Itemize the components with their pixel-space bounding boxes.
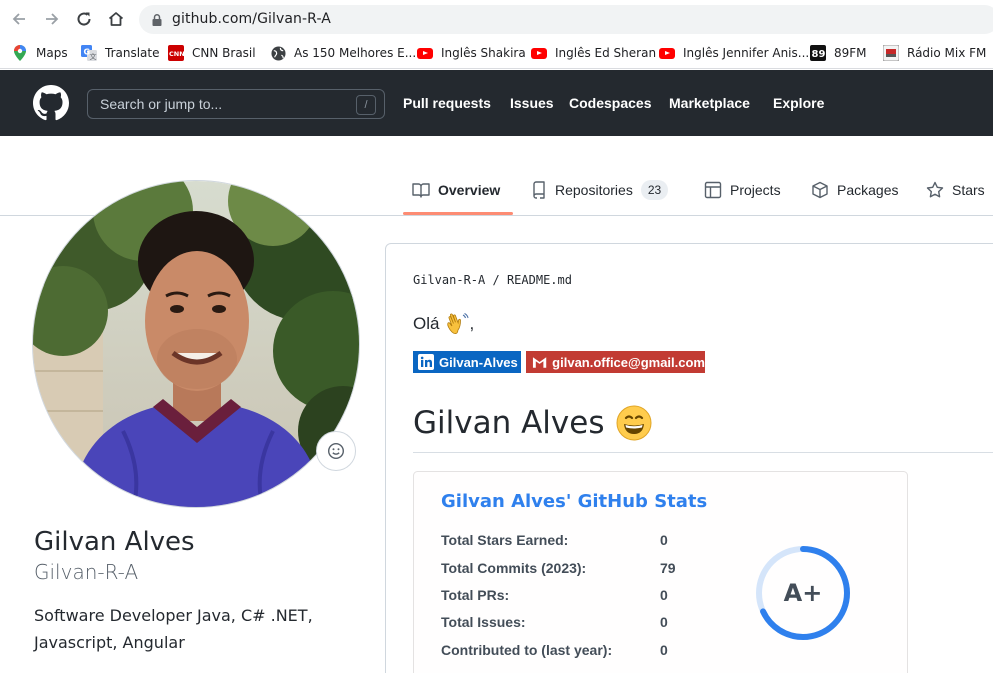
browser-toolbar: github.com/Gilvan-R-A <box>0 0 993 38</box>
linkedin-icon <box>418 354 434 370</box>
bookmark-ingles-ed-sheran[interactable]: Inglês Ed Sheran <box>531 43 656 63</box>
tab-packages[interactable]: Packages <box>811 180 898 200</box>
bookmark-150-melhores[interactable]: As 150 Melhores E... <box>270 43 416 63</box>
readme-path-file[interactable]: README.md <box>507 273 572 287</box>
svg-text:文: 文 <box>90 52 97 61</box>
tab-stars[interactable]: Stars <box>926 180 985 200</box>
search-input[interactable]: Search or jump to... / <box>87 89 385 119</box>
stat-value-prs: 0 <box>660 587 668 603</box>
home-button[interactable] <box>105 8 127 30</box>
repo-icon <box>533 181 545 199</box>
bookmark-ingles-shakira[interactable]: Inglês Shakira <box>417 43 526 63</box>
radio-mix-icon <box>883 45 899 61</box>
book-icon <box>412 183 430 198</box>
avatar[interactable] <box>32 180 360 508</box>
nav-codespaces[interactable]: Codespaces <box>569 95 651 111</box>
waving-hand-icon <box>447 313 469 335</box>
bookmark-radio-mix-fm[interactable]: Rádio Mix FM <box>883 43 986 63</box>
stat-label-stars: Total Stars Earned: <box>441 532 569 548</box>
profile-login: Gilvan-R-A <box>34 560 139 584</box>
smiley-icon <box>327 442 345 460</box>
search-placeholder: Search or jump to... <box>100 96 223 112</box>
readme-path: Gilvan-R-A / README.md <box>413 273 572 287</box>
nav-explore[interactable]: Explore <box>773 95 824 111</box>
reload-button[interactable] <box>73 8 95 30</box>
stat-label-commits: Total Commits (2023): <box>441 560 587 576</box>
stat-value-commits: 79 <box>660 560 676 576</box>
grinning-face-icon <box>616 405 652 441</box>
svg-text:89: 89 <box>812 49 826 60</box>
profile-bio: Software Developer Java, C# .NET, Javasc… <box>34 606 313 652</box>
bookmark-ingles-jennifer[interactable]: Inglês Jennifer Anis... <box>659 43 809 63</box>
nav-pull-requests[interactable]: Pull requests <box>403 95 491 111</box>
search-shortcut-key: / <box>356 95 376 115</box>
bookmark-maps[interactable]: Maps <box>12 43 68 63</box>
stat-label-contributed: Contributed to (last year): <box>441 642 613 658</box>
stat-value-stars: 0 <box>660 532 668 548</box>
arrow-right-icon <box>46 13 59 25</box>
nav-marketplace[interactable]: Marketplace <box>669 95 750 111</box>
address-bar[interactable]: github.com/Gilvan-R-A <box>139 5 993 34</box>
maps-pin-icon <box>12 45 28 61</box>
linkedin-badge[interactable]: Gilvan-Alves <box>413 351 521 373</box>
readme-greeting: Olá , <box>413 312 474 336</box>
gmail-icon <box>532 357 547 368</box>
cnn-icon: CNN <box>168 45 184 61</box>
avatar-photo <box>33 181 359 507</box>
arrow-left-icon <box>12 13 25 25</box>
repositories-count: 23 <box>640 180 669 200</box>
stat-label-prs: Total PRs: <box>441 587 510 603</box>
github-logo-icon[interactable] <box>33 85 69 121</box>
youtube-icon <box>417 45 433 61</box>
lock-icon <box>152 14 162 26</box>
back-button[interactable] <box>8 8 30 30</box>
table-icon <box>704 181 722 199</box>
forward-button[interactable] <box>41 8 63 30</box>
stat-value-issues: 0 <box>660 614 668 630</box>
bookmarks-bar: Maps G文 Translate CNN CNN Brasil As 150 … <box>0 38 993 69</box>
github-header: Search or jump to... / Pull requests Iss… <box>0 70 993 136</box>
reload-icon <box>77 12 91 26</box>
stats-title: Gilvan Alves' GitHub Stats <box>441 491 708 512</box>
tab-repositories[interactable]: Repositories 23 <box>531 180 669 200</box>
set-status-button[interactable] <box>316 431 356 471</box>
bookmark-89fm[interactable]: 89 89FM <box>810 43 867 63</box>
heading-divider <box>413 452 993 453</box>
package-icon <box>812 181 828 199</box>
bookmark-cnn-brasil[interactable]: CNN CNN Brasil <box>168 43 256 63</box>
url-text: github.com/Gilvan-R-A <box>172 11 331 27</box>
stat-label-issues: Total Issues: <box>441 614 526 630</box>
rank-ring: A+ <box>756 546 850 640</box>
active-tab-indicator <box>403 212 513 215</box>
youtube-icon <box>659 45 675 61</box>
radio-89-icon: 89 <box>810 45 826 61</box>
star-icon <box>926 181 944 198</box>
stat-value-contributed: 0 <box>660 642 668 658</box>
translate-icon: G文 <box>81 45 97 61</box>
nav-issues[interactable]: Issues <box>510 95 554 111</box>
profile-name: Gilvan Alves <box>34 527 195 557</box>
tab-overview[interactable]: Overview <box>412 180 500 200</box>
bookmark-translate[interactable]: G文 Translate <box>81 43 160 63</box>
youtube-icon <box>531 45 547 61</box>
readme-path-user[interactable]: Gilvan-R-A <box>413 273 485 287</box>
readme-path-separator: / <box>492 273 500 287</box>
globe-icon <box>270 45 286 61</box>
rank-label: A+ <box>784 579 823 607</box>
home-icon <box>108 12 124 26</box>
svg-text:CNN: CNN <box>169 50 184 58</box>
readme-heading: Gilvan Alves <box>413 405 652 441</box>
gmail-badge[interactable]: gilvan.office@gmail.com <box>526 351 705 373</box>
tab-projects[interactable]: Projects <box>704 180 781 200</box>
